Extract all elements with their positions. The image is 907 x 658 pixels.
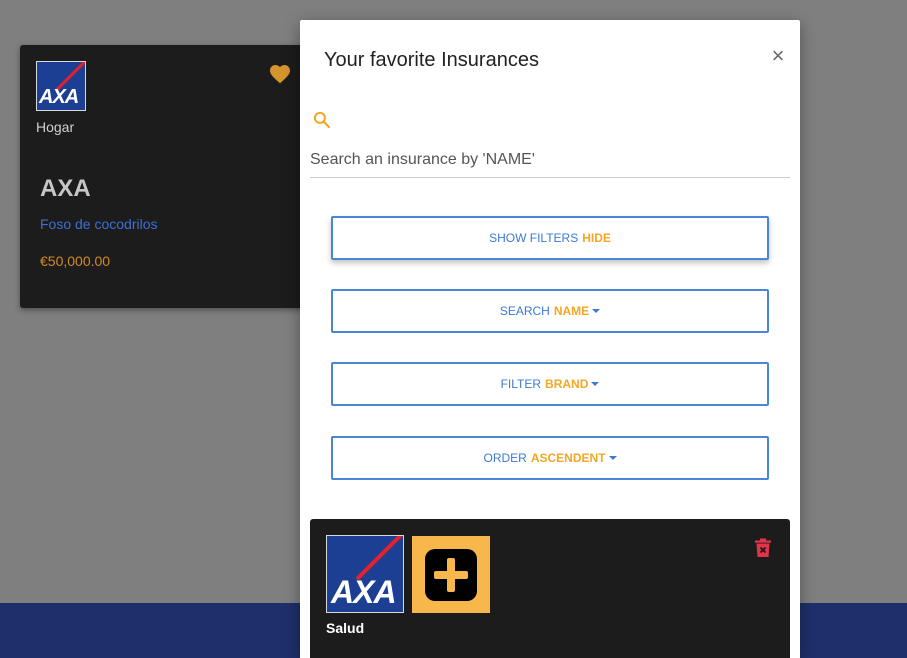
- order-by-dropdown[interactable]: ORDER ASCENDENT: [331, 436, 769, 480]
- card-price: €50,000.00: [40, 253, 111, 269]
- close-button[interactable]: ×: [768, 45, 788, 67]
- axa-logo: AXA: [36, 61, 86, 111]
- trash-icon[interactable]: [754, 538, 772, 558]
- search-icon: [313, 111, 331, 129]
- filter-by-value: BRAND: [545, 377, 589, 391]
- item-category: Salud: [326, 620, 365, 636]
- favorites-modal: Your favorite Insurances × SHOW FILTERS …: [300, 20, 800, 658]
- modal-title: Your favorite Insurances: [324, 49, 539, 71]
- order-by-label: ORDER: [483, 451, 527, 465]
- filter-by-dropdown[interactable]: FILTER BRAND: [331, 362, 769, 406]
- search-by-value: NAME: [553, 304, 590, 318]
- show-filters-button[interactable]: SHOW FILTERS HIDE: [331, 216, 769, 260]
- search-by-label: SEARCH: [499, 304, 550, 318]
- search-by-dropdown[interactable]: SEARCH NAME: [331, 289, 769, 333]
- caret-down-icon: [591, 382, 600, 386]
- order-by-value: ASCENDENT: [530, 451, 606, 465]
- heart-icon[interactable]: [268, 62, 292, 86]
- axa-logo: AXA: [326, 535, 404, 613]
- insurance-card[interactable]: AXA Hogar AXA Foso de cocodrilos €50,000…: [20, 45, 320, 308]
- filter-by-label: FILTER: [500, 377, 542, 391]
- caret-down-icon: [592, 309, 601, 313]
- favorite-insurance-item[interactable]: AXA Salud: [310, 519, 790, 658]
- show-filters-state: HIDE: [582, 231, 611, 245]
- search-input[interactable]: [310, 142, 790, 178]
- card-location-link[interactable]: Foso de cocodrilos: [40, 216, 158, 232]
- show-filters-label: SHOW FILTERS: [489, 231, 579, 245]
- card-title: AXA: [40, 175, 91, 202]
- health-plus-icon: [412, 536, 490, 613]
- caret-down-icon: [608, 456, 617, 460]
- card-category: Hogar: [36, 119, 75, 135]
